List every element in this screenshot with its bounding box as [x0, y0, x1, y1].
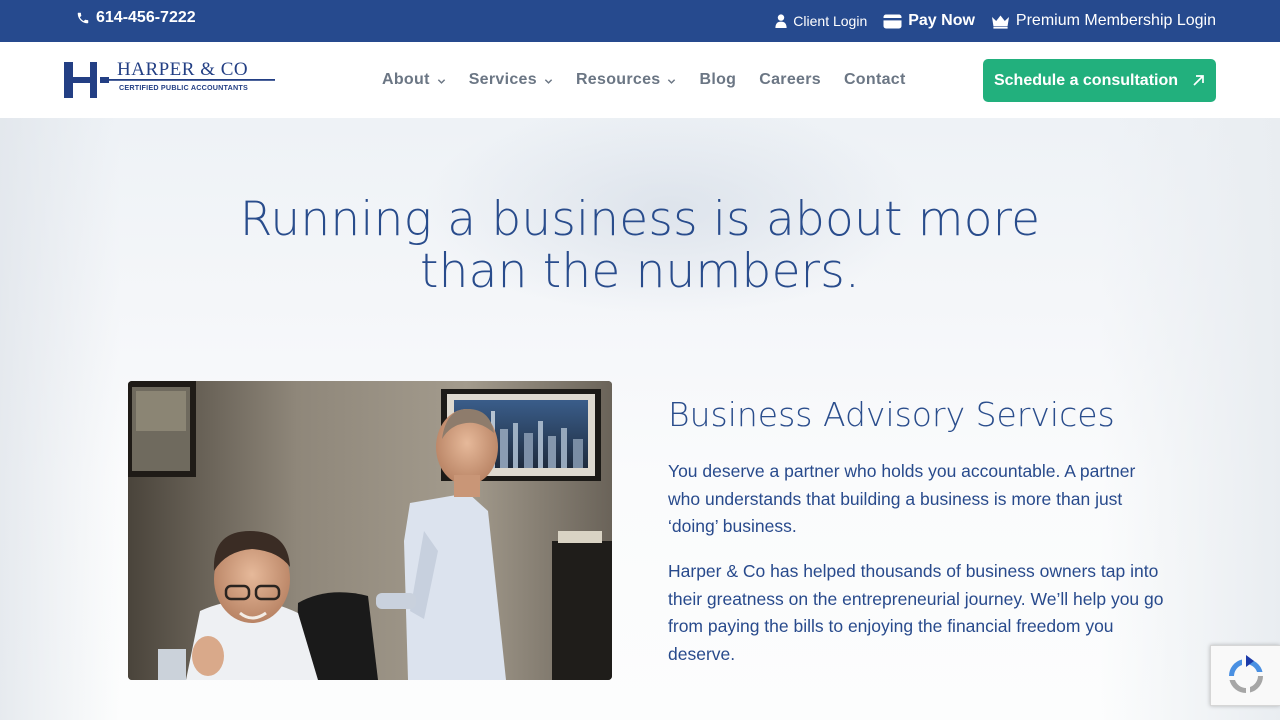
nav-resources[interactable]: Resources: [576, 71, 677, 89]
premium-login-link[interactable]: Premium Membership Login: [991, 12, 1216, 30]
pay-now-label: Pay Now: [908, 12, 975, 29]
top-utility-bar: 614-456-7222 Client Login Pay Now Premiu…: [0, 0, 1280, 42]
chevron-down-icon: [668, 78, 676, 84]
nav-resources-label: Resources: [575, 71, 661, 88]
nav-contact[interactable]: Contact: [844, 71, 906, 89]
user-icon: [775, 14, 787, 28]
harper-co-logo[interactable]: HARPER & CO CERTIFIED PUBLIC ACCOUNTANTS: [64, 59, 276, 101]
advisory-paragraph-1: You deserve a partner who holds you acco…: [668, 461, 1136, 536]
main-header: HARPER & CO CERTIFIED PUBLIC ACCOUNTANTS…: [0, 42, 1280, 118]
nav-careers[interactable]: Careers: [759, 71, 821, 89]
logo-tagline: CERTIFIED PUBLIC ACCOUNTANTS: [119, 83, 248, 92]
primary-nav: About Services Resources Blog Careers Co…: [382, 42, 929, 118]
phone-link[interactable]: 614-456-7222: [76, 9, 196, 27]
hero-section: Running a business is about more than th…: [0, 118, 1280, 720]
schedule-consultation-label: Schedule a consultation: [993, 71, 1179, 89]
logo-wordmark: HARPER & CO: [117, 59, 249, 80]
nav-services[interactable]: Services: [469, 71, 553, 89]
advisory-video[interactable]: [128, 381, 612, 680]
hero-title-line-2: than the numbers.: [419, 244, 861, 299]
advisory-paragraph-2: Harper & Co has helped thousands of busi…: [668, 561, 1164, 664]
hero-title-line-1: Running a business is about more: [239, 192, 1041, 247]
crown-icon: [991, 15, 1009, 29]
schedule-consultation-button[interactable]: Schedule a consultation: [983, 59, 1216, 102]
hero-title: Running a business is about more than th…: [140, 194, 1140, 298]
nav-about[interactable]: About: [382, 71, 446, 89]
video-still-image: [128, 381, 612, 680]
phone-number: 614-456-7222: [96, 9, 196, 26]
recaptcha-badge[interactable]: [1210, 645, 1280, 706]
nav-contact-label: Contact: [843, 71, 906, 88]
background-blur-left: [0, 118, 120, 720]
topbar-links: Client Login Pay Now Premium Membership …: [775, 0, 1216, 42]
nav-about-label: About: [382, 71, 430, 88]
section-heading: Business Advisory Services: [668, 395, 1115, 434]
client-login-label: Client Login: [793, 13, 868, 29]
nav-services-label: Services: [468, 71, 537, 88]
pay-now-link[interactable]: Pay Now: [883, 12, 975, 30]
credit-card-icon: [883, 14, 902, 28]
chevron-down-icon: [544, 78, 553, 84]
nav-careers-label: Careers: [759, 71, 821, 88]
nav-blog-label: Blog: [699, 71, 737, 88]
chevron-down-icon: [437, 78, 445, 84]
phone-icon: [77, 12, 89, 24]
client-login-link[interactable]: Client Login: [775, 13, 867, 29]
nav-blog[interactable]: Blog: [699, 71, 736, 89]
recaptcha-icon: [1228, 654, 1263, 693]
arrow-up-right-icon: [1193, 75, 1204, 86]
premium-login-label: Premium Membership Login: [1015, 12, 1216, 29]
